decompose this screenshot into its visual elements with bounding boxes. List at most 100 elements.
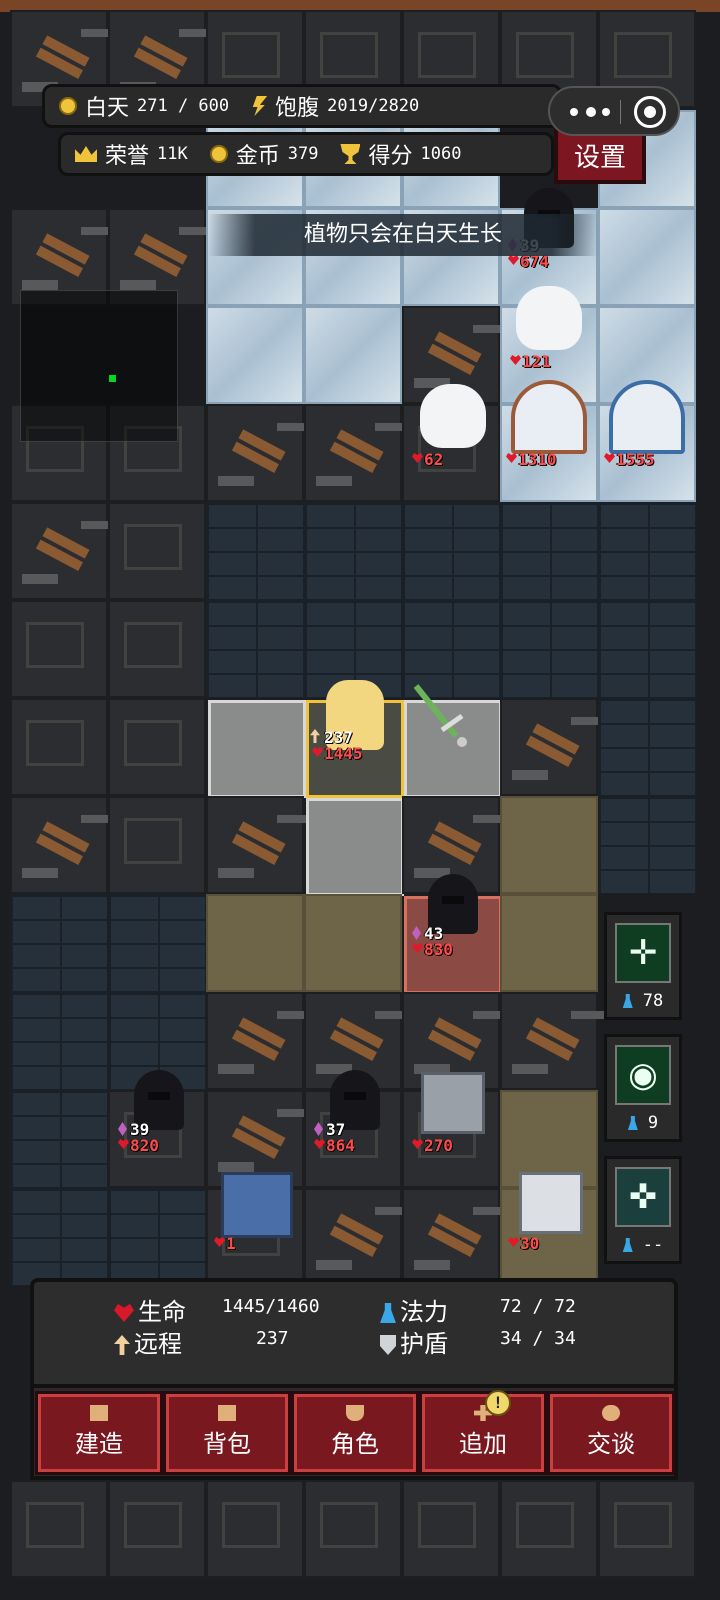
floor-tile[interactable] [206,796,304,894]
reaper-enemy[interactable]: 43 830 [410,872,496,964]
heart-icon [508,1237,519,1247]
ice-tile[interactable] [598,208,696,306]
floor-tile[interactable] [206,1480,304,1578]
dirt-tile[interactable] [500,796,598,894]
talk-button[interactable]: 交谈 [547,1391,675,1475]
settings-label: 设置 [573,143,626,173]
floor-tile[interactable] [10,502,108,600]
highlighted-tile[interactable] [208,700,306,798]
mini-program-menu [548,86,680,136]
eye-icon: ◉ [615,1045,671,1105]
append-button[interactable]: 追加 [419,1391,547,1475]
floor-tile[interactable] [108,600,206,698]
stone-wall-tile [598,600,696,698]
yeti-sprite [516,286,582,350]
dirt-tile[interactable] [206,894,304,992]
ice-tile[interactable] [304,306,402,404]
igloo-sprite [511,380,587,454]
chest-container[interactable]: 1 [214,1164,300,1260]
machine-building[interactable]: 270 [410,1066,496,1162]
yeti-enemy[interactable]: 121 [506,282,592,372]
sun-icon [59,97,77,115]
ranged-arrow-icon [114,1335,130,1355]
shield-icon [380,1335,396,1355]
honor-value: 11K [157,144,188,164]
highlighted-tile[interactable] [306,798,404,896]
gold-coin-icon [209,145,228,163]
machine-building[interactable]: 30 [508,1164,594,1260]
floor-tile[interactable] [10,796,108,894]
skill-eye[interactable]: ◉ 9 [604,1034,682,1142]
floor-tile[interactable] [108,502,206,600]
reaper-enemy[interactable]: 37 864 [312,1068,398,1160]
backpack-button[interactable]: 背包 [163,1391,291,1475]
hammer-icon [90,1405,108,1421]
sword-icon [413,684,467,747]
mana-label: 法力 [400,1298,448,1326]
shield-label: 护盾 [400,1330,448,1358]
floor-tile[interactable] [500,698,598,796]
hp-value: 1555 [616,450,655,469]
floor-tile[interactable] [402,1188,500,1286]
heart-icon [214,1237,225,1247]
hunger-label: 饱腹 [275,96,320,121]
floor-tile[interactable] [304,1480,402,1578]
day-value: 271 / 600 [137,96,230,116]
hp-stat: 1445 [312,744,363,763]
sword-item[interactable] [412,680,482,750]
mana-flask-icon [380,1303,396,1323]
heart-icon [604,453,615,463]
floor-tile[interactable] [500,1480,598,1578]
hunger-value: 2019/2820 [327,96,420,116]
trophy-icon [340,144,361,164]
close-target-icon[interactable] [634,96,666,128]
crown-icon [75,146,97,162]
floor-tile[interactable] [10,600,108,698]
stone-wall-tile [206,600,304,698]
hunger-icon [252,96,268,116]
ice-tile[interactable] [206,306,304,404]
floor-tile[interactable] [10,1480,108,1578]
speech-bubble-icon [602,1405,620,1421]
stone-wall-tile [304,502,402,600]
more-options-icon[interactable] [568,100,616,122]
build-button[interactable]: 建造 [35,1391,163,1475]
honor-label: 荣誉 [105,144,150,169]
mana-flask-icon [622,994,633,1008]
floor-tile[interactable] [206,992,304,1090]
floor-tile[interactable] [10,698,108,796]
resource-bar-bottom: 荣誉 11K 金币 379 得分 1060 [58,132,554,176]
yeti-enemy[interactable]: 62 [410,380,496,470]
attack-icon [118,1122,127,1136]
dirt-tile[interactable] [304,894,402,992]
skill-crosshair[interactable]: ✜ -- [604,1156,682,1264]
notification-badge: ! [485,1390,511,1416]
stone-wall-tile [108,894,206,992]
player-hero[interactable]: 237 1445 [310,678,400,774]
hp-value: 830 [424,940,453,959]
floor-tile[interactable] [304,404,402,502]
heart-icon [412,943,423,953]
floor-tile[interactable] [402,1480,500,1578]
character-button[interactable]: 角色 [291,1391,419,1475]
floor-tile[interactable] [108,1480,206,1578]
reaper-enemy[interactable]: 39 820 [116,1068,202,1160]
ranged-row: 远程 [114,1324,182,1359]
heart-icon [118,1139,129,1149]
floor-tile[interactable] [206,404,304,502]
hp-value: 864 [326,1136,355,1155]
skill-holy-cross[interactable]: ✛ 78 [604,912,682,1020]
floor-tile[interactable] [108,796,206,894]
dirt-tile[interactable] [500,894,598,992]
igloo-building[interactable]: 1310 [506,378,592,470]
action-bar: 建造 背包 角色 追加 交谈 [30,1384,678,1480]
hp-value: 270 [424,1136,453,1155]
heart-icon [114,1304,134,1322]
floor-tile[interactable] [598,1480,696,1578]
igloo-building[interactable]: 1555 [604,378,690,470]
floor-tile[interactable] [108,698,206,796]
floor-tile[interactable] [500,992,598,1090]
floor-tile[interactable] [304,1188,402,1286]
minimap[interactable] [20,290,178,442]
stone-wall-tile [108,1188,206,1286]
